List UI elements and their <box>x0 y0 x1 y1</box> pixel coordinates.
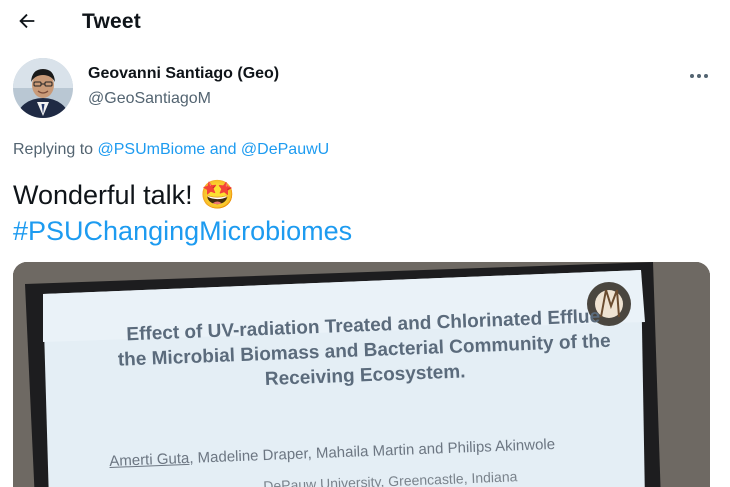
tweet-author: Geovanni Santiago (Geo) @GeoSantiagoM <box>0 58 730 124</box>
replying-to-label: Replying to <box>13 141 98 158</box>
slide-first-author: Amerti Guta <box>109 449 190 470</box>
back-button[interactable] <box>12 6 42 36</box>
tweet-text: Wonderful talk! 🤩 #PSUChangingMicrobiome… <box>13 177 352 249</box>
mention-link-psumbiome[interactable]: @PSUmBiome <box>98 141 206 158</box>
more-button[interactable] <box>686 66 712 86</box>
page-title: Tweet <box>82 10 141 33</box>
tweet-photo[interactable]: Effect of UV-radiation Treated and Chlor… <box>13 262 710 487</box>
tweet-header: Tweet <box>0 0 730 46</box>
author-handle[interactable]: @GeoSantiagoM <box>88 90 211 108</box>
star-struck-emoji: 🤩 <box>200 179 235 210</box>
replying-to: Replying to @PSUmBiome and @DePauwU <box>13 141 329 159</box>
avatar[interactable] <box>13 58 73 118</box>
hashtag-link[interactable]: #PSUChangingMicrobiomes <box>13 213 352 249</box>
mention-joiner: and <box>205 141 241 158</box>
more-horizontal-icon <box>690 74 708 78</box>
tweet-body: Wonderful talk! <box>13 180 201 210</box>
arrow-left-icon <box>19 13 35 29</box>
author-name[interactable]: Geovanni Santiago (Geo) <box>88 65 279 83</box>
mention-link-depauwu[interactable]: @DePauwU <box>241 141 329 158</box>
